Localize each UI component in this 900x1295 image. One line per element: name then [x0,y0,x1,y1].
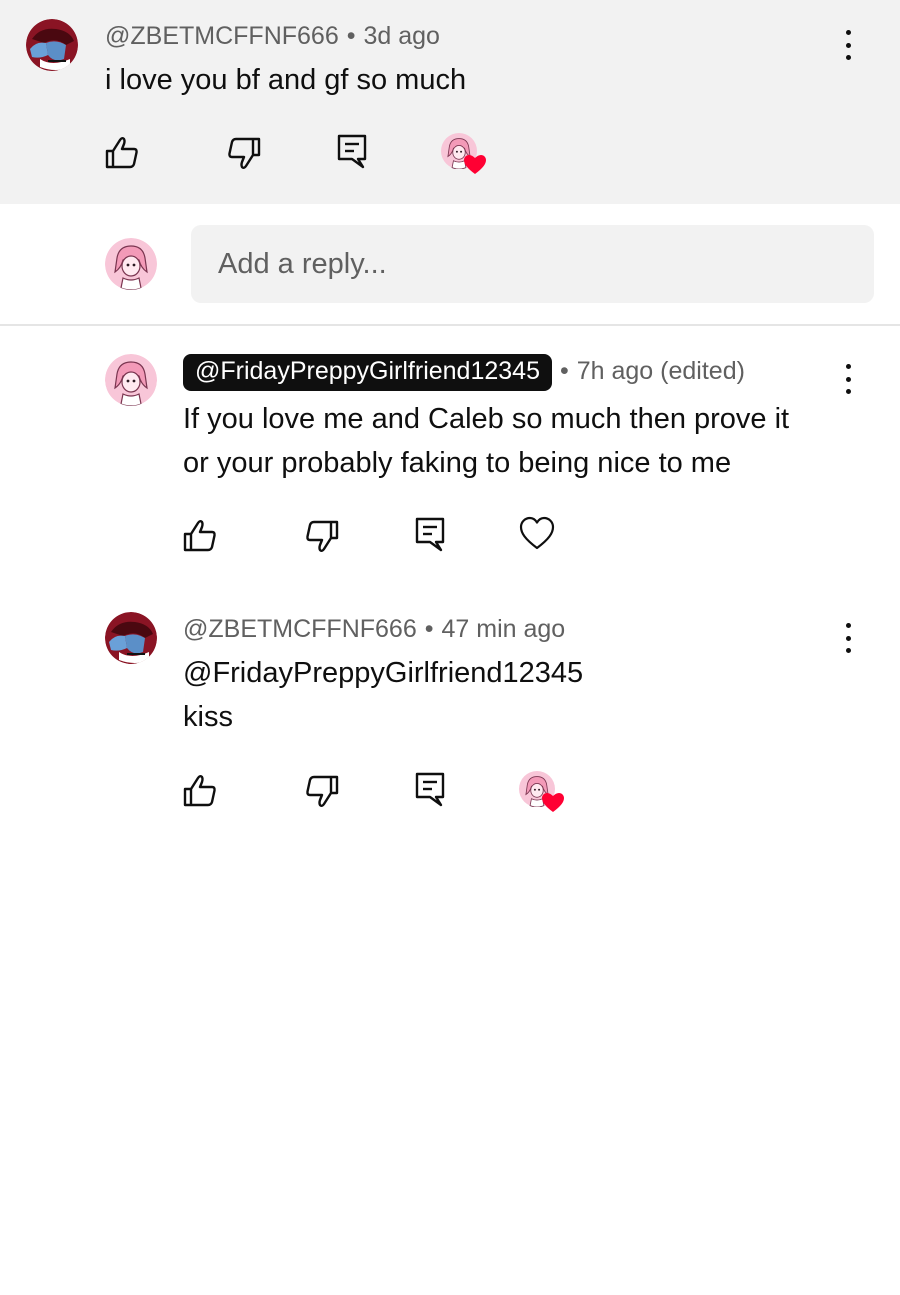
reply-author[interactable]: @ZBETMCFFNF666 [183,615,417,643]
meta-separator: • [559,357,569,385]
reply-button[interactable] [333,132,371,170]
thumbs-down-icon [303,772,341,810]
reply-time[interactable]: 47 min ago [442,615,566,643]
meta-separator: • [424,615,434,643]
commenter-avatar[interactable] [26,19,78,71]
reply-icon [411,515,449,553]
reply-mention[interactable]: @FridayPreppyGirlfriend12345 [183,651,583,695]
comment-time[interactable]: 3d ago [364,22,440,50]
reply-author-avatar[interactable] [105,354,157,406]
thumbs-up-icon [103,134,141,172]
reply-button[interactable] [411,770,449,808]
more-vertical-icon [845,30,851,35]
reply-button[interactable] [411,515,449,553]
heart-icon [518,515,556,553]
dislike-button[interactable] [303,772,341,810]
thumbs-down-icon [225,134,263,172]
reply-input[interactable] [191,225,874,303]
comment-meta: @ZBETMCFFNF666 • 3d ago [105,22,440,51]
comment-text: i love you bf and gf so much [105,64,467,96]
dislike-button[interactable] [303,517,341,555]
reply-meta: @ZBETMCFFNF666 • 47 min ago [183,615,565,644]
more-options-button[interactable] [838,28,858,62]
reply-composer [0,204,900,326]
more-vertical-icon [845,623,851,628]
thumbs-up-icon [181,772,219,810]
highlighted-comment: @ZBETMCFFNF666 • 3d ago i love you bf and … [0,0,900,204]
meta-separator: • [346,22,356,50]
reply-author-avatar[interactable] [105,612,157,664]
creator-heart-badge [441,133,487,179]
reply-meta: @FridayPreppyGirlfriend12345 • 7h ago (edi… [183,354,745,391]
creator-handle-badge[interactable]: @FridayPreppyGirlfriend12345 [183,354,552,391]
thumbs-up-icon [181,517,219,555]
reply-icon [411,770,449,808]
like-button[interactable] [181,517,219,555]
more-vertical-icon [845,364,851,369]
more-options-button[interactable] [838,362,858,396]
like-button[interactable] [103,134,141,172]
reply-text-line: kiss [183,701,233,733]
dislike-button[interactable] [225,134,263,172]
current-user-avatar [105,238,157,290]
more-options-button[interactable] [838,621,858,655]
comment-author[interactable]: @ZBETMCFFNF666 [105,22,339,50]
reply-text-line: If you love me and Caleb so much then pr… [183,403,790,435]
heart-button[interactable] [518,515,556,553]
creator-heart-badge [519,771,565,817]
like-button[interactable] [181,772,219,810]
thumbs-down-icon [303,517,341,555]
reply-icon [333,132,371,170]
reply-text-line: or your probably faking to being nice to… [183,447,732,479]
reply-time[interactable]: 7h ago (edited) [577,357,745,385]
